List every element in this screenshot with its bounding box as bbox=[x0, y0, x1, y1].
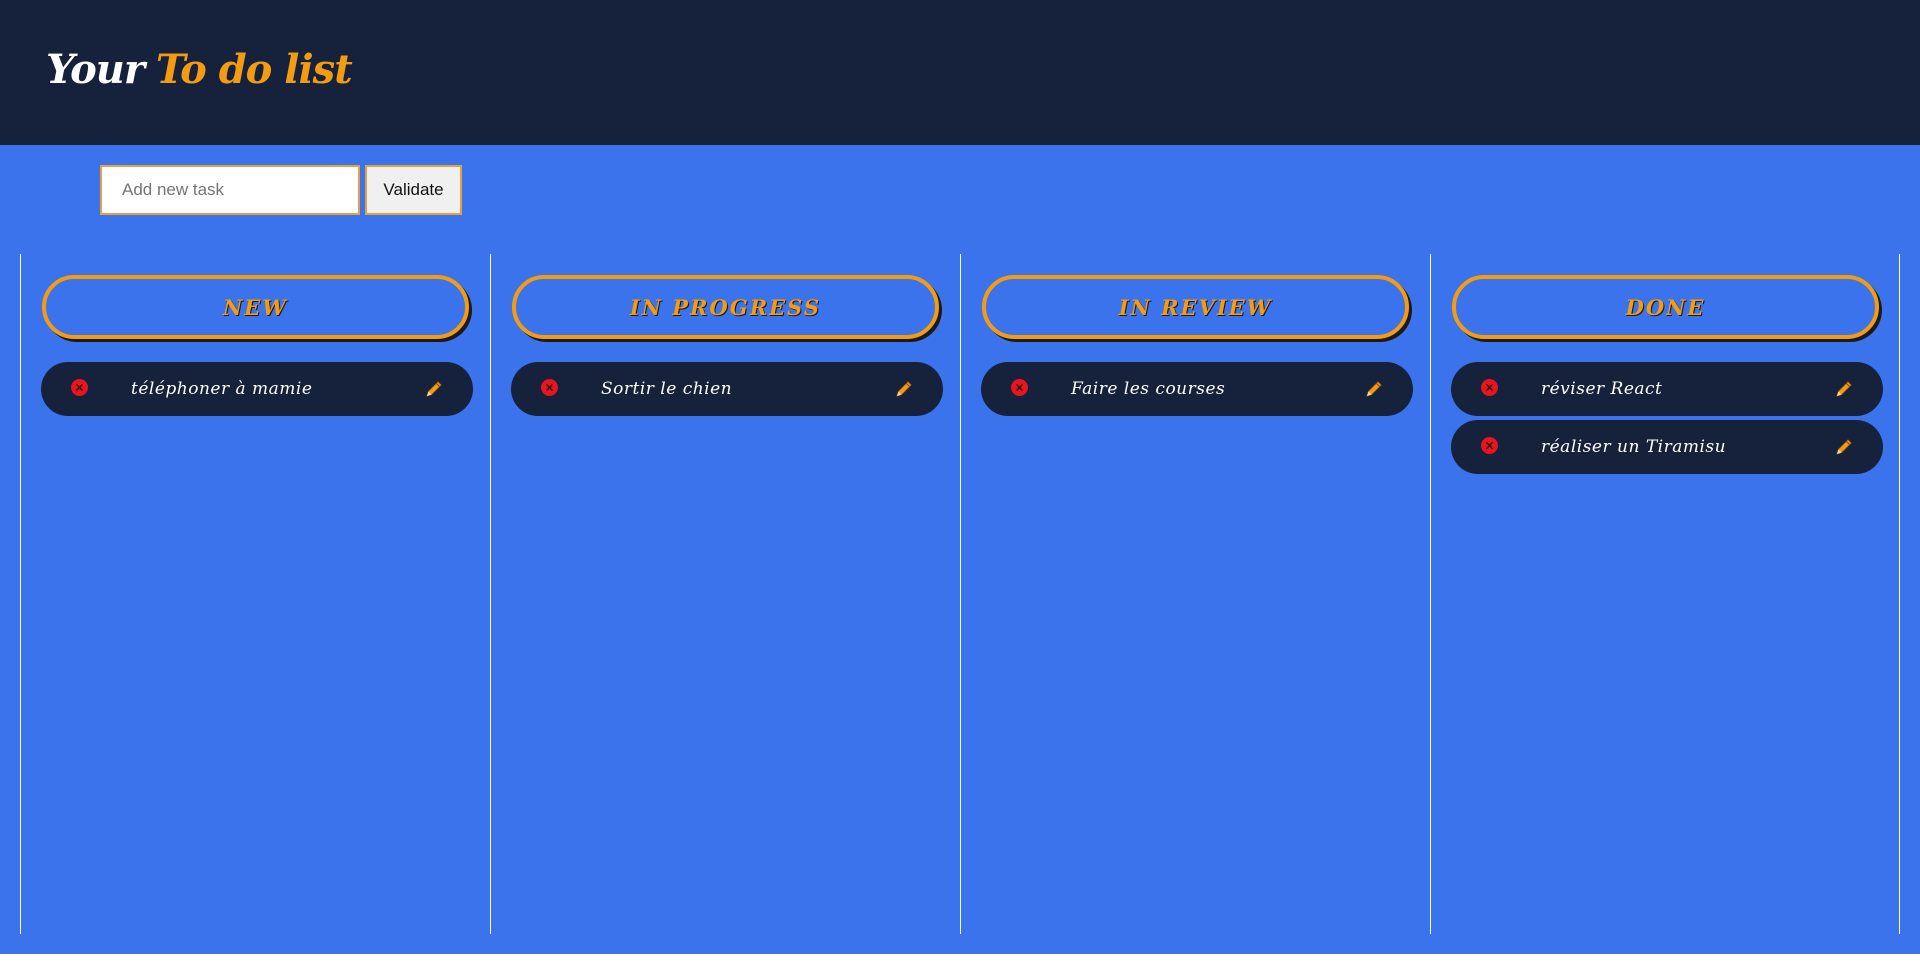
new-task-input[interactable] bbox=[100, 165, 360, 215]
close-circle-icon[interactable] bbox=[541, 379, 558, 396]
close-circle-icon[interactable] bbox=[71, 379, 88, 396]
pencil-icon[interactable] bbox=[423, 378, 445, 400]
pencil-icon[interactable] bbox=[1363, 378, 1385, 400]
close-circle-icon[interactable] bbox=[1481, 379, 1498, 396]
pencil-icon[interactable] bbox=[1833, 436, 1855, 458]
task-card[interactable]: réviser React bbox=[1451, 362, 1883, 416]
task-card[interactable]: Faire les courses bbox=[981, 362, 1413, 416]
validate-button[interactable]: Validate bbox=[365, 165, 462, 215]
pencil-icon[interactable] bbox=[893, 378, 915, 400]
column-new: New téléphoner à mamie bbox=[20, 254, 490, 934]
close-circle-icon[interactable] bbox=[1011, 379, 1028, 396]
app-title-highlight: To do list bbox=[155, 46, 353, 93]
task-card[interactable]: téléphoner à mamie bbox=[41, 362, 473, 416]
app-title-prefix: Your bbox=[46, 46, 145, 93]
pencil-icon[interactable] bbox=[1833, 378, 1855, 400]
column-in-review: In review Faire les courses bbox=[960, 254, 1430, 934]
task-list: Sortir le chien bbox=[511, 362, 943, 420]
task-text: téléphoner à mamie bbox=[131, 379, 313, 399]
close-circle-icon[interactable] bbox=[1481, 437, 1498, 454]
app-title: Your To do list bbox=[46, 46, 353, 93]
task-text: réaliser un Tiramisu bbox=[1541, 437, 1727, 457]
task-card[interactable]: réaliser un Tiramisu bbox=[1451, 420, 1883, 474]
task-list: Faire les courses bbox=[981, 362, 1413, 420]
column-done: Done réviser React réaliser un Tir bbox=[1430, 254, 1900, 934]
task-list: réviser React réaliser un Tiramisu bbox=[1451, 362, 1883, 478]
task-list: téléphoner à mamie bbox=[41, 362, 473, 420]
main-area: Validate New téléphoner à mamie bbox=[0, 145, 1920, 954]
column-header[interactable]: In progress bbox=[512, 275, 939, 339]
column-title: In review bbox=[1118, 294, 1273, 320]
column-in-progress: In progress Sortir le chien bbox=[490, 254, 960, 934]
task-text: réviser React bbox=[1541, 379, 1663, 399]
task-text: Faire les courses bbox=[1071, 379, 1226, 399]
task-text: Sortir le chien bbox=[601, 379, 733, 399]
column-header[interactable]: Done bbox=[1452, 275, 1879, 339]
task-card[interactable]: Sortir le chien bbox=[511, 362, 943, 416]
kanban-board: New téléphoner à mamie In progress bbox=[20, 254, 1900, 934]
app-header: Your To do list bbox=[0, 0, 1920, 145]
column-title: Done bbox=[1625, 294, 1706, 320]
column-header[interactable]: New bbox=[42, 275, 469, 339]
column-title: New bbox=[223, 294, 288, 320]
column-title: In progress bbox=[629, 294, 822, 320]
column-header[interactable]: In review bbox=[982, 275, 1409, 339]
